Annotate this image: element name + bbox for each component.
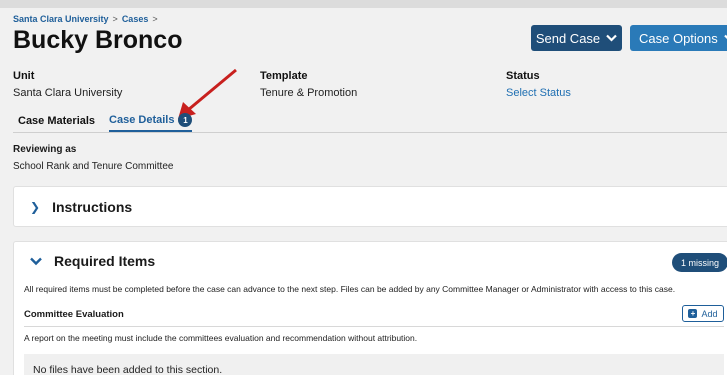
- required-items-header[interactable]: Required Items: [30, 253, 155, 269]
- add-label: Add: [701, 308, 718, 319]
- tab-case-materials[interactable]: Case Materials: [18, 113, 95, 132]
- required-items-panel: Required Items 1 missing All required it…: [13, 241, 727, 375]
- unit-value: Santa Clara University: [13, 87, 123, 99]
- breadcrumb-cases[interactable]: Cases: [122, 14, 149, 24]
- breadcrumb: Santa Clara University > Cases >: [13, 14, 158, 24]
- required-items-description: All required items must be completed bef…: [24, 284, 676, 294]
- case-options-button[interactable]: Case Options: [630, 25, 727, 51]
- missing-count-badge: 1 missing: [672, 253, 727, 272]
- tab-label: Case Details: [109, 114, 175, 126]
- reviewing-as-value: School Rank and Tenure Committee: [13, 161, 174, 172]
- chevron-down-icon: [606, 34, 617, 42]
- send-case-button[interactable]: Send Case: [531, 25, 622, 51]
- committee-evaluation-title: Committee Evaluation: [24, 309, 124, 320]
- tab-divider: [13, 132, 727, 133]
- case-tabs: Case Materials Case Details 1: [18, 113, 193, 132]
- case-options-label: Case Options: [639, 30, 718, 46]
- committee-evaluation-description: A report on the meeting must include the…: [24, 333, 418, 343]
- plus-icon: +: [688, 309, 698, 318]
- tab-case-details[interactable]: Case Details 1: [109, 113, 193, 132]
- unit-label: Unit: [13, 70, 35, 82]
- reviewing-as-label: Reviewing as: [13, 144, 77, 155]
- template-label: Template: [260, 70, 308, 82]
- required-items-title: Required Items: [54, 253, 156, 269]
- breadcrumb-root[interactable]: Santa Clara University: [13, 14, 109, 24]
- select-status-link[interactable]: Select Status: [506, 87, 571, 99]
- section-divider: [24, 326, 724, 327]
- instructions-panel[interactable]: ❯ Instructions: [13, 186, 727, 227]
- empty-files-message: No files have been added to this section…: [24, 354, 724, 375]
- page-title: Bucky Bronco: [13, 26, 183, 54]
- case-page: Santa Clara University > Cases > Bucky B…: [0, 8, 727, 375]
- tab-count-badge: 1: [178, 113, 193, 127]
- chevron-down-icon: [30, 257, 42, 265]
- add-file-button[interactable]: + Add: [682, 305, 724, 322]
- chevron-right-icon: ❯: [30, 200, 41, 214]
- tab-label: Case Materials: [18, 115, 96, 127]
- send-case-label: Send Case: [535, 30, 601, 46]
- template-value: Tenure & Promotion: [260, 87, 358, 99]
- breadcrumb-separator: >: [112, 14, 118, 24]
- instructions-title: Instructions: [52, 199, 133, 215]
- instructions-header[interactable]: ❯ Instructions: [30, 199, 132, 215]
- status-label: Status: [506, 70, 540, 82]
- breadcrumb-separator: >: [152, 14, 158, 24]
